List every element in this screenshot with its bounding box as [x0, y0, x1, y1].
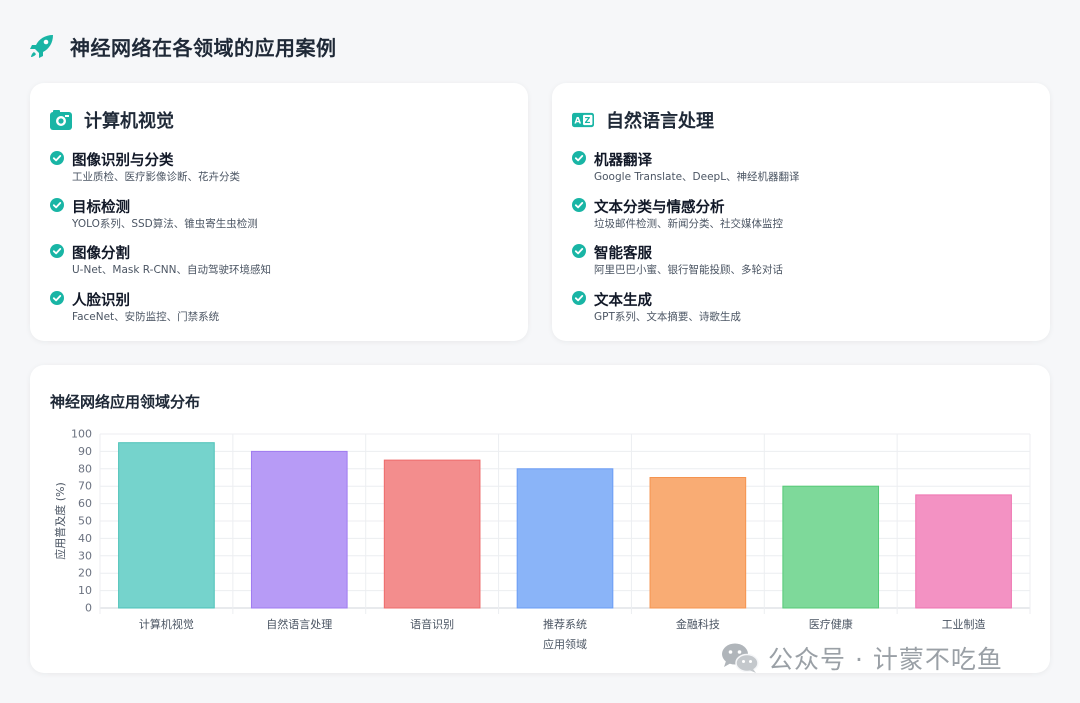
bar: [516, 468, 614, 609]
nlp-card: A Z 自然语言处理 机器翻译 Google Translate、DeepL、神…: [552, 83, 1050, 341]
x-tick-label: 自然语言处理: [266, 617, 332, 631]
x-tick-label: 医疗健康: [809, 617, 853, 631]
rocket-icon: [28, 32, 56, 60]
bar: [915, 494, 1012, 609]
page-frame: 神经网络在各领域的应用案例 计算机视觉 图像识别与分类 工业质检、医疗影像诊断、…: [0, 0, 1080, 703]
nlp-card-header: A Z 自然语言处理: [572, 107, 714, 133]
y-tick-label: 70: [78, 480, 92, 493]
x-tick-label: 计算机视觉: [139, 617, 194, 631]
wechat-icon: [722, 643, 759, 673]
x-tick-label: 语音识别: [410, 617, 454, 631]
y-tick-label: 100: [71, 428, 92, 441]
bar: [118, 442, 215, 609]
item-desc: U-Net、Mask R-CNN、自动驾驶环境感知: [72, 264, 271, 276]
y-tick-label: 60: [78, 497, 92, 510]
y-tick-label: 50: [78, 515, 92, 528]
check-circle-icon: [50, 151, 64, 165]
item-title: 智能客服: [594, 246, 652, 262]
check-circle-icon: [50, 290, 64, 305]
chart-card: 神经网络应用领域分布 0 10 20 30 40 50 60 70 80 90 100 计算机视觉 自然…: [30, 365, 1050, 673]
bar: [649, 477, 747, 609]
item-desc: GPT系列、文本摘要、诗歌生成: [594, 310, 741, 323]
y-tick-label: 90: [78, 445, 92, 458]
y-axis-label: 应用普及度 (%): [53, 482, 67, 560]
item-desc: 阿里巴巴小蜜、银行智能投顾、多轮对话: [594, 264, 783, 276]
x-tick-label: 推荐系统: [543, 617, 587, 631]
item-desc: 工业质检、医疗影像诊断、花卉分类: [72, 171, 240, 183]
check-circle-icon: [572, 290, 586, 305]
page-title: 神经网络在各领域的应用案例: [70, 35, 337, 60]
y-tick-label: 0: [85, 602, 92, 615]
check-circle-icon: [50, 244, 64, 258]
item-title: 目标检测: [72, 199, 130, 216]
camera-icon: [50, 109, 72, 131]
item-title: 机器翻译: [594, 153, 652, 169]
item-title: 文本分类与情感分析: [594, 199, 725, 216]
item-title: 图像分割: [72, 246, 130, 262]
check-circle-icon: [572, 244, 586, 258]
x-axis-label: 应用领域: [543, 637, 587, 651]
item-desc: YOLO系列、SSD算法、锥虫寄生虫检测: [72, 217, 258, 230]
nlp-card-title: 自然语言处理: [606, 111, 714, 132]
item-title: 图像识别与分类: [72, 153, 174, 169]
watermark-text: 公众号 · 计蒙不吃鱼: [768, 645, 1003, 674]
watermark: 公众号 · 计蒙不吃鱼: [720, 640, 1003, 676]
check-circle-icon: [572, 151, 586, 165]
cv-card-header: 计算机视觉: [50, 107, 174, 133]
cv-card: 计算机视觉 图像识别与分类 工业质检、医疗影像诊断、花卉分类 目标检测 YOLO…: [30, 83, 528, 341]
x-tick-label: 工业制造: [942, 617, 986, 631]
item-desc: Google Translate、DeepL、神经机器翻译: [594, 171, 800, 183]
y-tick-label: 40: [78, 532, 92, 545]
y-tick-label: 80: [78, 462, 92, 475]
bar-chart: 0 10 20 30 40 50 60 70 80 90 100 计算机视觉 自然语言处理 语音识别 推荐系…: [53, 428, 1031, 651]
bar: [383, 459, 481, 609]
item-title: 文本生成: [594, 292, 652, 309]
svg-text:Z: Z: [585, 116, 591, 125]
check-circle-icon: [572, 197, 586, 212]
cv-card-title: 计算机视觉: [84, 111, 174, 132]
language-icon: A Z: [572, 109, 594, 131]
y-tick-label: 30: [78, 549, 92, 562]
bar: [782, 485, 880, 609]
item-title: 人脸识别: [72, 292, 130, 309]
item-desc: FaceNet、安防监控、门禁系统: [72, 310, 220, 323]
svg-text:A: A: [574, 117, 581, 127]
y-tick-label: 20: [78, 567, 92, 580]
x-tick-label: 金融科技: [676, 617, 720, 631]
check-circle-icon: [50, 197, 64, 212]
y-tick-label: 10: [78, 584, 92, 597]
bar: [250, 450, 348, 609]
item-desc: 垃圾邮件检测、新闻分类、社交媒体监控: [594, 217, 783, 230]
page-header: 神经网络在各领域的应用案例: [28, 28, 337, 64]
